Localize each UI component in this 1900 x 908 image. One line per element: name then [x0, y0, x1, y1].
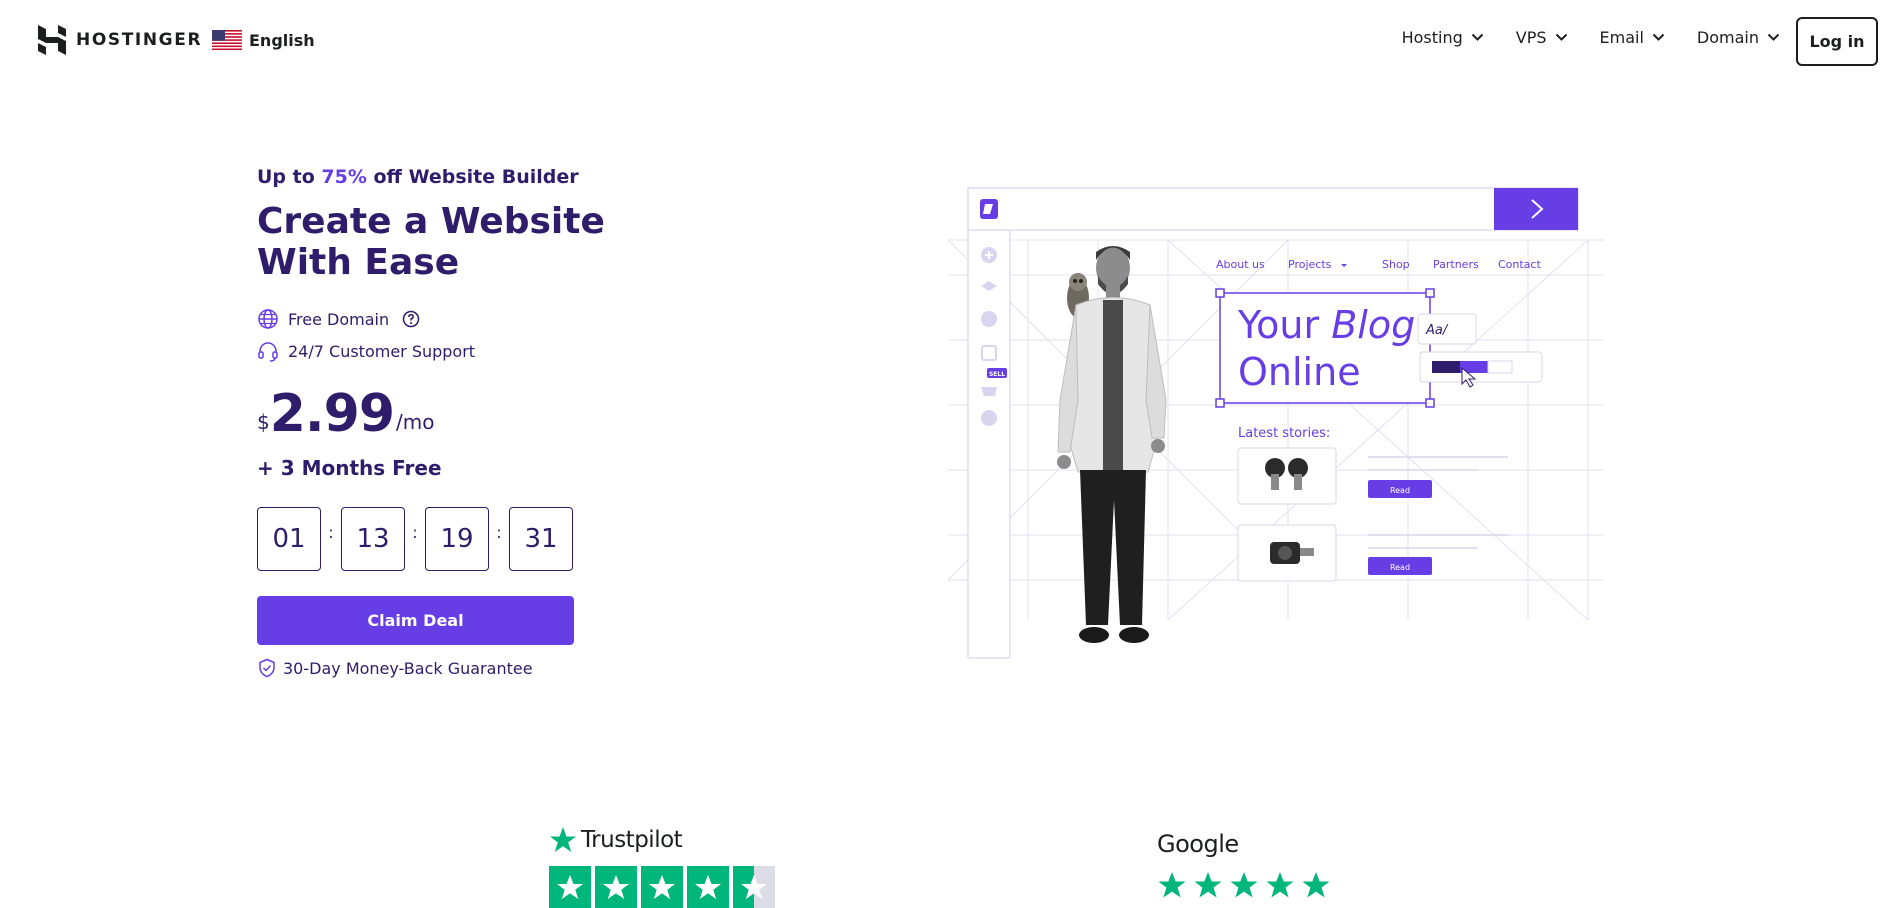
site-nav: About us Projects Shop Partners Contact: [1216, 258, 1541, 271]
timer-separator: :: [328, 523, 334, 542]
price-currency: $: [257, 410, 270, 434]
timer-separator: :: [496, 523, 502, 542]
chevron-down-icon: [1555, 33, 1567, 41]
login-button[interactable]: Log in: [1796, 17, 1878, 66]
star-icon: [1266, 872, 1294, 898]
latest-stories-label: Latest stories:: [1238, 426, 1330, 441]
person-with-owl-image: [1057, 246, 1167, 643]
star-icon: [649, 875, 675, 899]
guarantee-label: 30-Day Money-Back Guarantee: [283, 658, 533, 678]
chevron-down-icon: [1767, 33, 1780, 41]
trustpilot-logo[interactable]: Trustpilot: [549, 826, 683, 854]
sell-badge-label: SELL: [989, 371, 1005, 378]
site-nav-contact: Contact: [1498, 258, 1541, 271]
chevron-down-icon: [1471, 33, 1483, 41]
rating-star: [687, 866, 729, 908]
site-nav-about: About us: [1216, 258, 1265, 271]
nav-vps[interactable]: VPS: [1516, 28, 1568, 47]
price-period: /mo: [396, 410, 435, 434]
read-button-label: Read: [1390, 563, 1410, 572]
trustpilot-star-icon: [550, 827, 576, 852]
main-nav: Hosting VPS Email Domain: [1402, 28, 1780, 47]
promo-suffix: off Website Builder: [366, 166, 579, 188]
builder-logo-icon: [980, 199, 998, 219]
star-icon: [557, 875, 583, 899]
editor-address-bar: [967, 187, 1579, 231]
money-back-guarantee: 30-Day Money-Back Guarantee: [257, 658, 533, 678]
star-icon: [603, 875, 629, 899]
language-selector[interactable]: English: [212, 30, 315, 50]
trustpilot-label: Trustpilot: [581, 827, 683, 853]
google-logo[interactable]: Google: [1157, 830, 1239, 858]
globe-icon: [258, 309, 278, 329]
claim-deal-button[interactable]: Claim Deal: [257, 596, 574, 645]
hostinger-logo-icon: [38, 25, 66, 55]
google-rating: [1157, 870, 1331, 900]
help-icon[interactable]: [402, 310, 420, 328]
star-icon: [1158, 872, 1186, 898]
timer-separator: :: [412, 523, 418, 542]
page-title: Create a Website With Ease: [257, 201, 605, 283]
countdown-timer: 01 : 13 : 19 : 31: [257, 507, 573, 571]
nav-domain-label: Domain: [1696, 28, 1759, 47]
rating-star-half: [733, 866, 775, 908]
nav-email-label: Email: [1599, 28, 1644, 47]
star-icon: [1302, 872, 1330, 898]
headset-icon: [258, 342, 278, 362]
site-nav-partners: Partners: [1433, 258, 1479, 271]
feature-label: 24/7 Customer Support: [288, 341, 476, 361]
hostinger-logo[interactable]: HOSTINGER: [38, 25, 202, 55]
promo-label: Up to 75% off Website Builder: [257, 166, 579, 188]
read-button-label: Read: [1390, 486, 1410, 495]
nav-vps-label: VPS: [1515, 28, 1547, 47]
nav-email[interactable]: Email: [1600, 28, 1665, 47]
blog-title-line1: Your Blog: [1237, 303, 1415, 347]
price-amount: 2.99: [269, 384, 395, 444]
nav-hosting-label: Hosting: [1401, 28, 1463, 47]
timer-hours: 13: [341, 507, 405, 571]
site-header: HOSTINGER English Hosting VPS Email Doma…: [0, 0, 1900, 82]
star-icon: [1230, 872, 1258, 898]
timer-minutes: 19: [425, 507, 489, 571]
rating-star: [549, 866, 591, 908]
feature-free-domain: Free Domain: [257, 308, 420, 330]
star-icon: [741, 875, 767, 899]
rating-star: [595, 866, 637, 908]
palette-icon: [981, 311, 997, 327]
chevron-down-icon: [1652, 33, 1665, 41]
promo-prefix: Up to: [257, 166, 322, 188]
star-icon: [695, 875, 721, 899]
editor-go-button: [1494, 188, 1578, 230]
star-icon: [1194, 872, 1222, 898]
logo-text: HOSTINGER: [76, 30, 203, 50]
nav-domain[interactable]: Domain: [1697, 28, 1780, 47]
feature-support: 24/7 Customer Support: [257, 340, 475, 362]
bonus-label: + 3 Months Free: [257, 456, 442, 480]
shield-check-icon: [259, 658, 275, 678]
site-nav-shop: Shop: [1382, 258, 1410, 271]
trustpilot-rating: [549, 866, 775, 908]
price: $ 2.99 /mo: [257, 386, 435, 442]
site-nav-projects: Projects: [1288, 258, 1332, 271]
rating-star: [641, 866, 683, 908]
timer-seconds: 31: [509, 507, 573, 571]
promo-discount: 75%: [321, 166, 367, 188]
feature-label: Free Domain: [288, 309, 390, 329]
ai-icon: [981, 410, 997, 426]
timer-days: 01: [257, 507, 321, 571]
us-flag-icon: [212, 30, 242, 50]
blog-title-line2: Online: [1238, 350, 1361, 394]
font-tool-label: Aa/: [1425, 323, 1449, 338]
nav-hosting[interactable]: Hosting: [1402, 28, 1484, 47]
story-thumb-1: [1237, 447, 1337, 505]
website-builder-illustration: SELL About us Projects Shop Partners Con…: [948, 187, 1604, 659]
language-label: English: [249, 30, 315, 50]
